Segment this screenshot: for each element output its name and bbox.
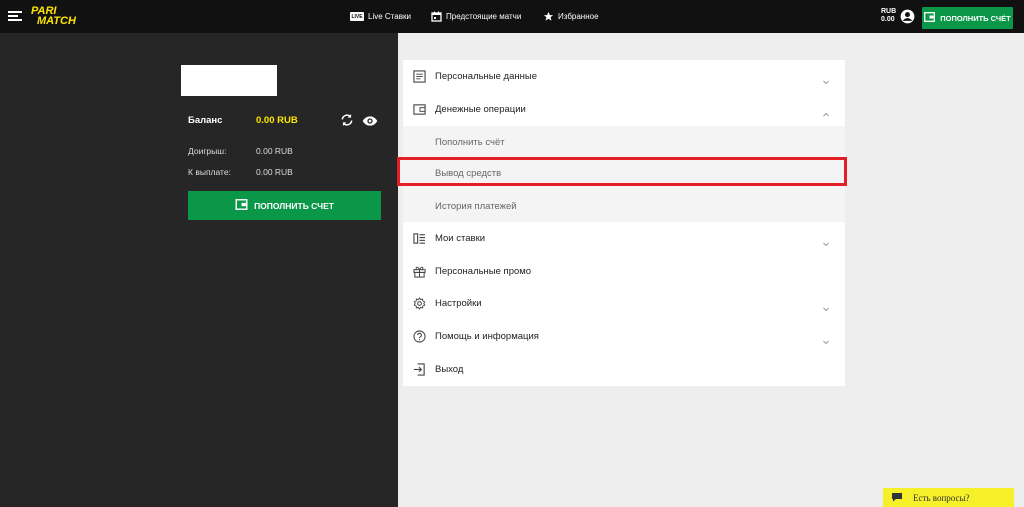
- menu-personal-promo[interactable]: Персональные промо: [403, 255, 845, 288]
- chevron-down-icon: [822, 333, 830, 344]
- account-id-box: [181, 65, 277, 96]
- balance-value: 0.00 RUB: [256, 115, 298, 126]
- submenu-payment-history-label: История платежей: [435, 200, 517, 212]
- menu-settings-label: Настройки: [435, 298, 482, 309]
- submenu-deposit-label: Пополнить счёт: [435, 136, 505, 148]
- help-chat-widget[interactable]: Есть вопросы?: [883, 488, 1014, 507]
- bets-list-icon: [412, 232, 426, 246]
- menu-personal-promo-label: Персональные промо: [435, 266, 532, 277]
- nav-upcoming-matches[interactable]: Предстоящие матчи: [431, 0, 521, 33]
- chat-icon: [891, 489, 903, 507]
- menu-money-operations[interactable]: Денежные операции: [403, 93, 845, 126]
- chevron-down-icon: [822, 300, 830, 311]
- submenu-deposit[interactable]: Пополнить счёт: [403, 126, 845, 158]
- menu-personal-data-label: Персональные данные: [435, 71, 537, 82]
- menu-my-bets[interactable]: Мои ставки: [403, 222, 845, 255]
- star-icon: [543, 11, 554, 22]
- document-icon: [412, 70, 426, 84]
- nav-live-label: Live Ставки: [368, 12, 411, 21]
- live-icon: LIVE: [350, 12, 364, 21]
- hamburger-menu-icon[interactable]: [8, 11, 22, 22]
- help-chat-label: Есть вопросы?: [913, 492, 970, 503]
- header-currency: RUB: [881, 8, 897, 15]
- account-panel: [0, 33, 398, 507]
- wallet-icon: [235, 199, 248, 212]
- question-icon: [412, 330, 426, 344]
- menu-logout-label: Выход: [435, 364, 464, 375]
- menu-my-bets-label: Мои ставки: [435, 233, 486, 244]
- menu-logout[interactable]: Выход: [403, 353, 845, 386]
- account-deposit-label: ПОПОЛНИТЬ СЧЕТ: [254, 200, 334, 211]
- live-badge: LIVE: [350, 12, 364, 21]
- chevron-down-icon: [822, 235, 830, 246]
- account-deposit-button[interactable]: ПОПОЛНИТЬ СЧЕТ: [188, 191, 381, 220]
- submenu-withdraw-label: Вывод средств: [435, 168, 502, 179]
- menu-money-operations-label: Денежные операции: [435, 104, 526, 115]
- menu-help-info-label: Помощь и информация: [435, 331, 539, 342]
- menu-personal-data[interactable]: Персональные данные: [403, 60, 845, 93]
- submenu-withdraw[interactable]: Вывод средств: [397, 157, 847, 186]
- payout-label: К выплате:: [188, 167, 231, 177]
- user-icon[interactable]: [900, 9, 915, 24]
- payout-value: 0.00 RUB: [256, 167, 293, 177]
- wallet-icon: [412, 103, 426, 117]
- header-deposit-button[interactable]: ПОПОЛНИТЬ СЧЁТ: [922, 7, 1013, 29]
- header-deposit-label: ПОПОЛНИТЬ СЧЁТ: [940, 13, 1011, 23]
- chevron-down-icon: [822, 73, 830, 84]
- nav-live-bets[interactable]: LIVE Live Ставки: [350, 0, 411, 33]
- menu-help-info[interactable]: Помощь и информация: [403, 320, 845, 353]
- nav-favorites[interactable]: Избранное: [543, 0, 599, 33]
- submenu-payment-history[interactable]: История платежей: [403, 190, 845, 222]
- winnings-label: Доигрыш:: [188, 146, 227, 156]
- refresh-icon[interactable]: [340, 113, 354, 127]
- header-balance[interactable]: RUB 0.00: [881, 8, 896, 24]
- winnings-value: 0.00 RUB: [256, 146, 293, 156]
- gear-icon: [412, 297, 426, 311]
- account-menu: Персональные данные Денежные операции По…: [403, 60, 845, 386]
- menu-settings[interactable]: Настройки: [403, 287, 845, 320]
- top-bar: PARI MATCH LIVE Live Ставки Предстоящие …: [0, 0, 1024, 33]
- eye-icon[interactable]: [362, 114, 378, 126]
- nav-favorites-label: Избранное: [558, 12, 599, 21]
- balance-label: Баланс: [188, 115, 223, 126]
- parimatch-logo[interactable]: PARI MATCH: [31, 6, 89, 28]
- chevron-up-icon: [822, 106, 830, 116]
- logout-icon: [412, 363, 426, 377]
- nav-upcoming-label: Предстоящие матчи: [446, 12, 522, 21]
- gift-icon: [412, 265, 426, 279]
- wallet-icon: [924, 12, 936, 24]
- logo-line-2: MATCH: [37, 15, 76, 27]
- header-balance-value: 0.00: [881, 16, 895, 23]
- calendar-icon: [431, 11, 442, 22]
